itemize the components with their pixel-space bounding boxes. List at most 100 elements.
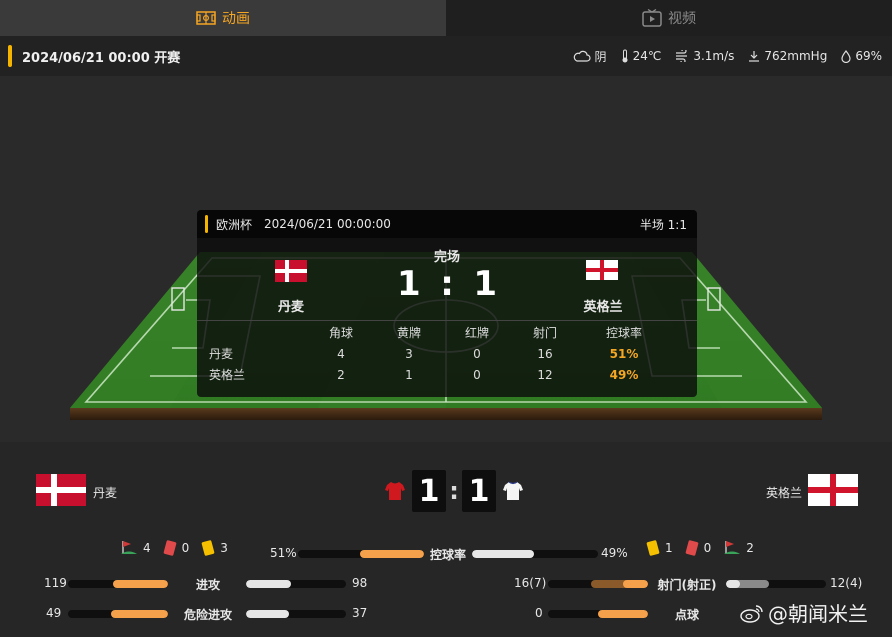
away-dangerous-fill [246, 610, 289, 618]
wind-speed-text: 3.1m/s [693, 49, 735, 63]
england-flag [586, 260, 618, 280]
col-shots: 射门 [532, 326, 557, 340]
home-score-digit: 1 [412, 470, 446, 512]
col-red: 红牌 [464, 326, 489, 340]
away-yellow-cards: 1 [646, 540, 673, 556]
row-team: 英格兰 [209, 368, 246, 382]
droplet-icon [841, 49, 851, 63]
cell-corners: 2 [337, 367, 345, 382]
home-yellow-count: 3 [220, 541, 228, 555]
home-penalty-fill [598, 610, 648, 618]
home-dangerous-attack: 49 [46, 606, 62, 620]
tab-animation[interactable]: 动画 [0, 0, 446, 36]
home-possession-fill [359, 550, 424, 558]
temperature-text: 24℃ [632, 49, 662, 63]
overlay-away-score: 1 [473, 264, 497, 304]
home-attack-bar [68, 580, 168, 588]
match-datetime: 2024/06/21 00:00:00 [264, 217, 391, 231]
accent-marker [8, 45, 12, 67]
weibo-watermark: @朝闻米兰 [740, 598, 868, 627]
tab-animation-label: 动画 [222, 11, 250, 27]
home-possession: 51% [270, 546, 297, 560]
dangerous-attack-label: 危险进攻 [183, 608, 232, 622]
away-team-name: 英格兰 [766, 486, 803, 500]
weather-condition: 阴 [573, 48, 607, 65]
weibo-logo-icon [740, 604, 763, 623]
away-possession: 49% [601, 546, 628, 560]
cell-yellow: 1 [405, 367, 413, 382]
away-red-cards: 0 [685, 540, 712, 556]
home-yellow-cards: 3 [201, 540, 228, 556]
match-animation-area: 欧洲杯 2024/06/21 00:00:00 半场 1:1 完场 1 : 1 … [0, 76, 892, 442]
competition-name: 欧洲杯 [216, 217, 253, 232]
row-team: 丹麦 [209, 347, 234, 361]
home-event-counts: 4 0 3 [120, 540, 240, 556]
away-event-counts: 1 0 2 [646, 540, 766, 556]
match-status: 完场 [433, 250, 460, 265]
away-jersey-icon [503, 481, 523, 500]
home-possession-bar [298, 550, 424, 558]
overlay-home-score: 1 [397, 264, 421, 304]
match-info-bar: 2024/06/21 00:00 开赛 阴 24℃ 3.1m/s 762mmHg… [0, 36, 892, 76]
col-yellow: 黄牌 [396, 326, 421, 340]
red-card-icon [685, 540, 698, 556]
overlay-score: 1 : 1 [397, 264, 497, 304]
score-overlay: 欧洲杯 2024/06/21 00:00:00 半场 1:1 完场 1 : 1 … [197, 210, 697, 397]
col-corners: 角球 [328, 326, 353, 340]
cell-possession: 51% [609, 346, 639, 361]
shots-label: 射门(射正) [657, 578, 717, 592]
overlay-divider [197, 320, 697, 321]
humidity: 69% [841, 49, 882, 63]
attack-label: 进攻 [195, 578, 220, 592]
overlay-away-team: 英格兰 [583, 300, 623, 315]
away-possession-fill [472, 550, 534, 558]
denmark-flag [36, 474, 86, 506]
overlay-header: 欧洲杯 2024/06/21 00:00:00 半场 1:1 [197, 210, 697, 238]
denmark-flag [275, 260, 307, 282]
air-pressure-text: 762mmHg [764, 49, 828, 63]
overlay-score-separator: : [440, 264, 454, 304]
home-corners: 4 [120, 540, 151, 556]
overlay-table-header: 角球 黄牌 红牌 射门 控球率 [197, 322, 697, 343]
home-shots: 16(7) [514, 576, 547, 590]
main-score: 1 : 1 [378, 470, 530, 512]
cell-possession: 49% [609, 367, 639, 382]
home-team-name: 丹麦 [93, 486, 118, 500]
score-separator: : [449, 477, 459, 505]
away-possession-bar [472, 550, 598, 558]
cell-red: 0 [473, 346, 481, 361]
away-attack: 98 [352, 576, 368, 590]
thermometer-icon [622, 49, 628, 63]
away-red-count: 0 [703, 541, 712, 555]
away-attack-bar [246, 580, 346, 588]
penalty-label: 点球 [674, 608, 699, 622]
pressure-icon [749, 51, 760, 62]
corner-flag-icon [724, 541, 741, 554]
view-tabs: 动画 视频 [0, 0, 892, 36]
watermark-text: @朝闻米兰 [768, 602, 868, 626]
cell-shots: 16 [537, 346, 553, 361]
wind-speed: 3.1m/s [675, 49, 734, 63]
home-penalty-bar [548, 610, 648, 618]
home-red-count: 0 [181, 541, 190, 555]
cell-corners: 4 [337, 346, 345, 361]
humidity-text: 69% [855, 49, 882, 63]
kickoff-time: 2024/06/21 00:00 开赛 [22, 50, 181, 66]
home-attack-fill [113, 580, 168, 588]
yellow-card-icon [646, 540, 660, 556]
away-corners: 2 [723, 540, 754, 556]
col-possession: 控球率 [605, 326, 642, 340]
yellow-card-icon [201, 540, 215, 556]
halftime-score: 半场 1:1 [639, 217, 687, 232]
red-card-icon [163, 540, 176, 556]
tab-video[interactable]: 视频 [446, 0, 892, 36]
away-shots: 12(4) [830, 576, 863, 590]
air-pressure: 762mmHg [748, 49, 827, 63]
england-flag [808, 474, 858, 506]
home-attack: 119 [44, 576, 67, 590]
corner-flag-icon [121, 541, 137, 554]
away-dangerous-bar [246, 610, 346, 618]
home-dangerous-bar [68, 610, 168, 618]
cell-yellow: 3 [405, 346, 413, 361]
overlay-stats-table: 角球 黄牌 红牌 射门 控球率 丹麦 4 3 0 16 51% 英格兰 2 1 … [197, 322, 697, 385]
